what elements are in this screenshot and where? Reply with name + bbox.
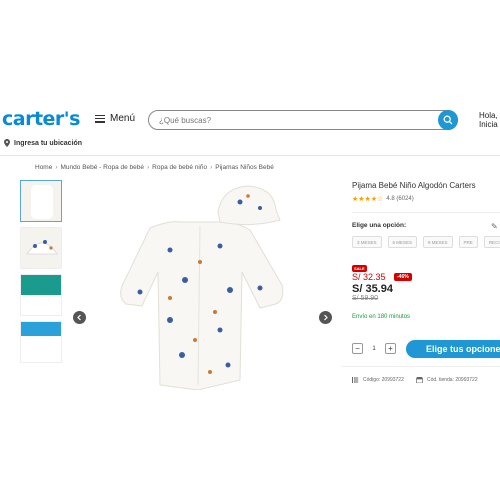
breadcrumb-item[interactable]: Ropa de bebé niño xyxy=(152,164,207,171)
size-options: 3 MESES 6 MESES 9 MESES PRE RECIÉN N xyxy=(352,236,500,248)
thumbnail-4[interactable] xyxy=(20,321,62,363)
rating-text: 4.8 (6024) xyxy=(386,196,414,202)
chevron-left-icon xyxy=(77,314,81,321)
greeting-line2: Inicia xyxy=(479,120,498,129)
size-option[interactable]: PRE xyxy=(458,236,478,248)
location-label: Ingresa tu ubicación xyxy=(14,139,83,147)
carters-logo[interactable]: carter's xyxy=(2,108,80,130)
breadcrumb: Home › Mundo Bebé - Ropa de bebé › Ropa de… xyxy=(35,164,274,171)
menu-label: Menú xyxy=(110,113,136,124)
location-selector[interactable]: Ingresa tu ubicación xyxy=(4,139,82,147)
thumbnail-2[interactable] xyxy=(20,227,62,269)
breadcrumb-item[interactable]: Home xyxy=(35,164,52,171)
pencil-icon[interactable]: ✎ xyxy=(491,222,498,231)
greeting-line1: Hola, xyxy=(479,111,498,120)
product-title: Pijama Bebé Niño Algodón Carters xyxy=(352,181,476,190)
quantity-value[interactable]: 1 xyxy=(363,346,385,352)
barcode-icon xyxy=(352,377,359,383)
prev-image-button[interactable] xyxy=(73,311,86,324)
location-pin-icon xyxy=(4,139,10,147)
sale-badge: SALE xyxy=(352,265,367,272)
divider xyxy=(352,212,500,213)
product-image xyxy=(70,180,340,390)
search-bar xyxy=(148,110,458,130)
menu-button[interactable]: Menú xyxy=(95,113,135,124)
rating[interactable]: ★★★★☆ 4.8 (6024) xyxy=(352,195,414,203)
choose-options-button[interactable]: Elige tus opciones xyxy=(406,340,500,358)
shipping-info: Envío en 180 minutos xyxy=(352,314,411,320)
card-price: S/ 32.35 xyxy=(352,272,386,282)
quantity-stepper: − 1 + xyxy=(352,343,396,354)
product-code-text: Código: 20993722 xyxy=(363,377,404,383)
size-option[interactable]: 3 MESES xyxy=(352,236,382,248)
thumbnail-1[interactable] xyxy=(20,180,62,222)
decrease-quantity-button[interactable]: − xyxy=(352,343,363,354)
product-code: Código: 20993722 xyxy=(352,377,404,383)
search-icon xyxy=(443,115,453,125)
discount-badge: -46% xyxy=(394,273,412,281)
thumbnail-strip xyxy=(20,180,64,368)
divider xyxy=(342,366,500,367)
hamburger-icon xyxy=(95,114,105,123)
store-code-text: Cód. tienda: 20993722 xyxy=(427,377,478,383)
breadcrumb-item[interactable]: Pijamas Niños Bebé xyxy=(215,164,274,171)
price-main: S/ 35.94 xyxy=(352,283,393,295)
search-button[interactable] xyxy=(438,110,458,130)
next-image-button[interactable] xyxy=(319,311,332,324)
size-option[interactable]: 9 MESES xyxy=(423,236,453,248)
thumbnail-3[interactable] xyxy=(20,274,62,316)
store-code: Cód. tienda: 20993722 xyxy=(416,377,478,383)
price-original: S/ 59.90 xyxy=(352,295,379,302)
store-icon xyxy=(416,377,423,383)
rating-stars: ★★★★☆ xyxy=(352,196,384,203)
breadcrumb-item[interactable]: Mundo Bebé - Ropa de bebé xyxy=(61,164,144,171)
size-option[interactable]: 6 MESES xyxy=(387,236,418,248)
chevron-right-icon xyxy=(324,314,328,321)
account-greeting[interactable]: Hola, Inicia xyxy=(479,111,498,129)
option-label: Elige una opción: xyxy=(352,222,407,229)
increase-quantity-button[interactable]: + xyxy=(385,343,396,354)
size-option[interactable]: RECIÉN N xyxy=(483,236,500,248)
header-divider xyxy=(0,155,500,156)
search-input[interactable] xyxy=(159,114,429,126)
